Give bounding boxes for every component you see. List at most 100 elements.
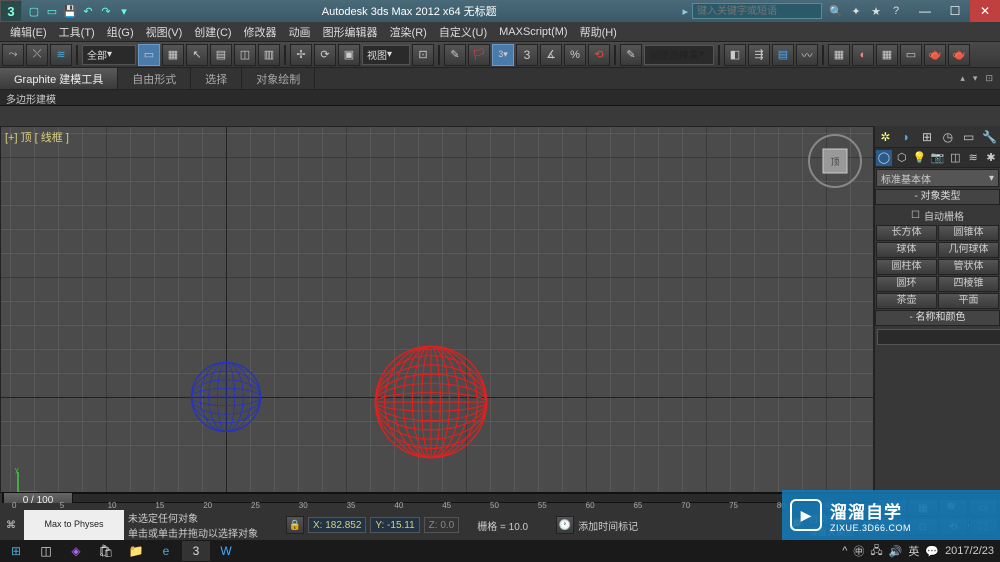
material-editor-icon[interactable]: ◐ xyxy=(852,44,874,66)
primitive-pyramid[interactable]: 四棱锥 xyxy=(938,276,999,292)
primitive-cone[interactable]: 圆锥体 xyxy=(938,225,999,241)
curve-editor-icon[interactable]: 〰 xyxy=(796,44,818,66)
script-listener[interactable]: Max to Physes xyxy=(24,510,124,540)
menu-create[interactable]: 创建(C) xyxy=(188,24,237,40)
select-arrow-icon[interactable]: ↖ xyxy=(186,44,208,66)
maximize-button[interactable]: ☐ xyxy=(940,0,970,22)
category-dropdown[interactable]: 标准基本体▾ xyxy=(876,169,999,187)
percent-snap-icon[interactable]: ∡ xyxy=(540,44,562,66)
primitive-cylinder[interactable]: 圆柱体 xyxy=(876,259,937,275)
tab-objectpaint[interactable]: 对象绘制 xyxy=(242,68,315,89)
primitive-box[interactable]: 长方体 xyxy=(876,225,937,241)
bind-icon[interactable]: ≋ xyxy=(50,44,72,66)
tray-up-icon[interactable]: ^ xyxy=(842,545,847,557)
tray-lang-icon[interactable]: 英 xyxy=(908,543,919,559)
select-paint-icon[interactable]: ▥ xyxy=(258,44,280,66)
word-icon[interactable]: W xyxy=(212,541,240,561)
display-tab-icon[interactable]: ▭ xyxy=(961,129,977,145)
ribbon-min-icon[interactable]: ▴ xyxy=(957,73,968,84)
favorite-icon[interactable]: ★ xyxy=(868,3,884,19)
move-icon[interactable]: ✢ xyxy=(290,44,312,66)
unlink-icon[interactable]: ⤬ xyxy=(26,44,48,66)
menu-views[interactable]: 视图(V) xyxy=(140,24,189,40)
qat-more-icon[interactable]: ▾ xyxy=(116,3,132,19)
add-time-tag[interactable]: 添加时间标记 xyxy=(578,518,638,533)
render-frame-icon[interactable]: ▭ xyxy=(900,44,922,66)
coord-y[interactable]: Y: -15.11 xyxy=(370,517,419,533)
viewport-label[interactable]: [+] 顶 [ 线框 ] xyxy=(5,129,69,145)
shapes-icon[interactable]: ⬡ xyxy=(894,150,910,166)
menu-rendering[interactable]: 渲染(R) xyxy=(384,24,433,40)
store-icon[interactable]: 🛍 xyxy=(92,541,120,561)
systems-icon[interactable]: ✱ xyxy=(983,150,999,166)
primitive-plane[interactable]: 平面 xyxy=(938,293,999,309)
ribbon-opt-icon[interactable]: ▾ xyxy=(970,73,981,84)
selection-filter-dropdown[interactable]: 全部▾ xyxy=(82,45,136,65)
start-button[interactable]: ⊞ xyxy=(2,541,30,561)
primitive-torus[interactable]: 圆环 xyxy=(876,276,937,292)
object-name-input[interactable] xyxy=(877,329,1000,345)
tray-net-icon[interactable]: 🖧 xyxy=(870,542,882,561)
create-tab-icon[interactable]: ✲ xyxy=(877,129,893,145)
viewport-top[interactable]: [+] 顶 [ 线框 ] xyxy=(0,126,874,516)
primitive-geosphere[interactable]: 几何球体 xyxy=(938,242,999,258)
keymode-icon[interactable]: 🏳 xyxy=(468,44,490,66)
primitive-tube[interactable]: 管状体 xyxy=(938,259,999,275)
taskview-icon[interactable]: ◫ xyxy=(32,541,60,561)
schematic-icon[interactable]: ▦ xyxy=(828,44,850,66)
primitive-teapot[interactable]: 茶壶 xyxy=(876,293,937,309)
object-sphere-red[interactable] xyxy=(373,344,489,460)
rotate-icon[interactable]: ⟳ xyxy=(314,44,336,66)
recent-icon[interactable]: ✦ xyxy=(848,3,864,19)
pivot-icon[interactable]: ⊡ xyxy=(412,44,434,66)
menu-help[interactable]: 帮助(H) xyxy=(574,24,623,40)
menu-modifiers[interactable]: 修改器 xyxy=(238,24,283,40)
ref-coord-dropdown[interactable]: 视图▾ xyxy=(362,45,410,65)
tab-graphite[interactable]: Graphite 建模工具 xyxy=(0,68,118,89)
close-button[interactable]: ✕ xyxy=(970,0,1000,22)
qat-open-icon[interactable]: ▭ xyxy=(44,3,60,19)
explorer-icon[interactable]: 📁 xyxy=(122,541,150,561)
app-icon[interactable]: 3 xyxy=(0,0,22,22)
select-region-icon[interactable]: ▦ xyxy=(162,44,184,66)
menu-edit[interactable]: 编辑(E) xyxy=(4,24,53,40)
menu-tools[interactable]: 工具(T) xyxy=(53,24,101,40)
rollout-object-type[interactable]: - 对象类型 xyxy=(875,189,1000,205)
3dsmax-task-icon[interactable]: 3 xyxy=(182,541,210,561)
select-name-icon[interactable]: ▤ xyxy=(210,44,232,66)
tab-freeform[interactable]: 自由形式 xyxy=(118,68,191,89)
menu-grapheditors[interactable]: 图形编辑器 xyxy=(317,24,384,40)
spinner-icon[interactable]: ⟲ xyxy=(588,44,610,66)
hierarchy-tab-icon[interactable]: ⊞ xyxy=(919,129,935,145)
time-tag-icon[interactable]: 🕐 xyxy=(556,516,574,534)
motion-tab-icon[interactable]: ◷ xyxy=(940,129,956,145)
select-button[interactable]: ▭ xyxy=(138,44,160,66)
ribbon-help-icon[interactable]: ⊡ xyxy=(982,73,996,84)
select-lasso-icon[interactable]: ◫ xyxy=(234,44,256,66)
helpers-icon[interactable]: ◫ xyxy=(947,150,963,166)
help-icon[interactable]: ? xyxy=(888,3,904,19)
manipulate-icon[interactable]: ✎ xyxy=(444,44,466,66)
named-selection-dropdown[interactable]: 创建选择集▾ xyxy=(644,45,714,65)
rollout-name-color[interactable]: - 名称和颜色 xyxy=(875,310,1000,326)
layers-icon[interactable]: ▤ xyxy=(772,44,794,66)
spinner-snap-icon[interactable]: % xyxy=(564,44,586,66)
named-sel-icon[interactable]: ✎ xyxy=(620,44,642,66)
menu-group[interactable]: 组(G) xyxy=(101,24,140,40)
menu-customize[interactable]: 自定义(U) xyxy=(433,24,493,40)
qat-undo-icon[interactable]: ↶ xyxy=(80,3,96,19)
mirror-icon[interactable]: ◧ xyxy=(724,44,746,66)
coord-z[interactable]: Z: 0.0 xyxy=(424,517,460,533)
menu-animation[interactable]: 动画 xyxy=(283,24,317,40)
tray-ime-icon[interactable]: ㊥ xyxy=(853,543,864,559)
render-setup-icon[interactable]: ▦ xyxy=(876,44,898,66)
qat-save-icon[interactable]: 💾 xyxy=(62,3,78,19)
tray-notif-icon[interactable]: 💬 xyxy=(925,545,939,558)
tab-selection[interactable]: 选择 xyxy=(191,68,242,89)
coord-x[interactable]: X: 182.852 xyxy=(308,517,366,533)
tray-clock[interactable]: 2017/2/23 xyxy=(945,545,994,557)
render-icon[interactable]: 🫖 xyxy=(924,44,946,66)
angle-snap-icon[interactable]: 3 xyxy=(516,44,538,66)
cameras-icon[interactable]: 📷 xyxy=(929,150,945,166)
scale-icon[interactable]: ▣ xyxy=(338,44,360,66)
